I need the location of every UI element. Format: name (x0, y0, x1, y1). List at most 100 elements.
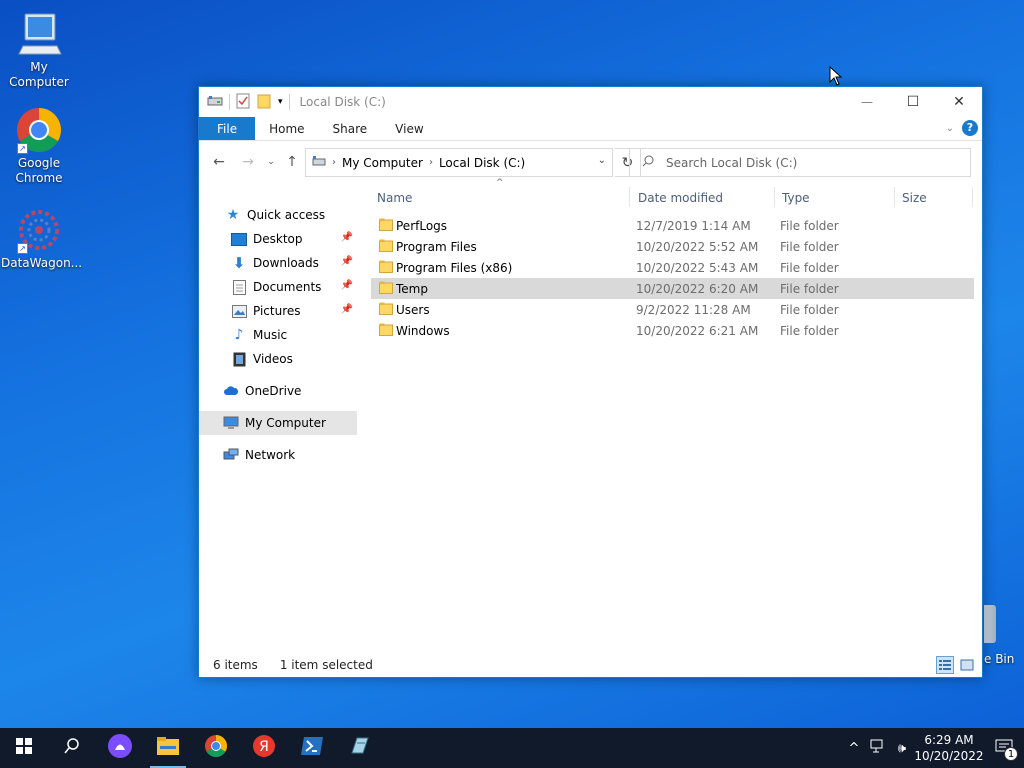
forward-button[interactable]: → (236, 150, 260, 174)
alice-icon (107, 733, 133, 763)
file-name: Windows (396, 324, 450, 338)
nav-documents[interactable]: Documents 📌 (199, 275, 357, 299)
taskbar-alice[interactable] (96, 728, 144, 768)
desktop-icon-google-chrome[interactable]: ↗ Google Chrome (1, 106, 77, 186)
table-row[interactable]: PerfLogs 12/7/2019 1:14 AM File folder (371, 215, 974, 236)
film-icon (231, 351, 247, 367)
pin-icon[interactable]: 📌 (341, 280, 353, 291)
recycle-bin-icon (984, 605, 996, 643)
pin-icon[interactable]: 📌 (341, 304, 353, 315)
new-folder-icon[interactable] (256, 93, 272, 112)
minimize-button[interactable]: — (844, 87, 890, 117)
yandex-icon: Я (252, 734, 276, 762)
file-date: 12/7/2019 1:14 AM (636, 219, 751, 233)
nav-videos[interactable]: Videos (199, 347, 357, 371)
table-row[interactable]: Users 9/2/2022 11:28 AM File folder (371, 299, 974, 320)
clock-date: 10/20/2022 (914, 749, 984, 763)
column-header-date[interactable]: Date modified (638, 191, 723, 205)
desktop-icon-datawagon[interactable]: ↗ DataWagon... (1, 206, 82, 271)
chevron-down-icon[interactable]: ⌄ (598, 155, 606, 166)
taskbar-powershell[interactable] (288, 728, 336, 768)
star-icon: ★ (226, 207, 240, 223)
back-button[interactable]: ← (207, 150, 231, 174)
nav-label: Pictures (253, 304, 301, 318)
file-date: 10/20/2022 6:20 AM (636, 282, 759, 296)
close-button[interactable]: ✕ (936, 87, 982, 117)
tab-file[interactable]: File (199, 117, 256, 140)
desktop-icon-label: My Computer (9, 60, 69, 89)
column-header-size[interactable]: Size (902, 191, 927, 205)
network-icon[interactable] (866, 739, 890, 757)
customize-dropdown-icon[interactable]: ▾ (278, 97, 283, 107)
up-button[interactable]: ↑ (280, 150, 304, 174)
breadcrumb-my-computer[interactable]: My Computer (342, 156, 423, 170)
tab-share[interactable]: Share (319, 117, 382, 140)
search-input[interactable]: Search Local Disk (C:) (629, 148, 971, 177)
selection-count: 1 item selected (279, 658, 373, 672)
table-row[interactable]: Temp 10/20/2022 6:20 AM File folder (371, 278, 974, 299)
nav-music[interactable]: ♪ Music (199, 323, 357, 347)
table-row[interactable]: Program Files 10/20/2022 5:52 AM File fold… (371, 236, 974, 257)
search-icon (642, 155, 654, 170)
download-arrow-icon: ⬇ (232, 254, 246, 272)
nav-desktop[interactable]: Desktop 📌 (199, 227, 357, 251)
show-hidden-icons-icon[interactable]: ^ (842, 741, 866, 756)
column-header-name[interactable]: Name (377, 191, 412, 205)
file-type: File folder (780, 303, 839, 317)
nav-quick-access[interactable]: ★ Quick access (199, 203, 357, 227)
chrome-icon: ↗ (15, 106, 63, 154)
start-button[interactable] (0, 728, 48, 768)
nav-label: Documents (253, 280, 322, 294)
file-explorer-window: ▾ Local Disk (C:) — ☐ ✕ File Home Share … (198, 86, 983, 748)
large-icons-view-icon[interactable] (958, 656, 976, 674)
breadcrumb-local-disk[interactable]: Local Disk (C:) (439, 156, 525, 170)
nav-my-computer[interactable]: My Computer (199, 411, 357, 435)
volume-icon[interactable]: 🕪 (890, 741, 914, 756)
expand-ribbon-icon[interactable]: ⌄ (946, 123, 954, 134)
pin-icon[interactable]: 📌 (341, 256, 353, 267)
datawagon-icon: ↗ (15, 206, 63, 254)
file-date: 10/20/2022 5:43 AM (636, 261, 759, 275)
folder-icon (379, 260, 393, 273)
pin-icon[interactable]: 📌 (341, 232, 353, 243)
navigation-pane: ★ Quick access Desktop 📌 ⬇ Downloads 📌 D… (199, 183, 357, 653)
taskbar-app[interactable] (336, 728, 384, 768)
table-row[interactable]: Windows 10/20/2022 6:21 AM File folder (371, 320, 974, 341)
status-bar: 6 items 1 item selected (199, 653, 982, 677)
taskbar-chrome[interactable] (192, 728, 240, 768)
tab-view[interactable]: View (381, 117, 437, 140)
nav-downloads[interactable]: ⬇ Downloads 📌 (199, 251, 357, 275)
chevron-right-icon[interactable]: › (429, 157, 433, 168)
search-button[interactable] (48, 728, 96, 768)
taskbar-file-explorer[interactable] (144, 728, 192, 768)
details-view-icon[interactable] (936, 656, 954, 674)
file-date: 9/2/2022 11:28 AM (636, 303, 751, 317)
search-icon (64, 738, 80, 758)
file-name: Temp (396, 282, 428, 296)
music-note-icon: ♪ (234, 327, 244, 343)
maximize-button[interactable]: ☐ (890, 87, 936, 117)
tab-home[interactable]: Home (255, 117, 318, 140)
desktop-icon-my-computer[interactable]: My Computer (1, 10, 77, 90)
file-type: File folder (780, 324, 839, 338)
chevron-right-icon[interactable]: › (332, 157, 336, 168)
nav-onedrive[interactable]: OneDrive (199, 379, 357, 403)
desktop-icon-recycle-bin[interactable]: e Bin (984, 605, 1024, 666)
nav-pictures[interactable]: Pictures 📌 (199, 299, 357, 323)
explorer-body: ★ Quick access Desktop 📌 ⬇ Downloads 📌 D… (199, 178, 982, 748)
taskbar-yandex[interactable]: Я (240, 728, 288, 768)
nav-label: My Computer (245, 416, 326, 430)
file-type: File folder (780, 261, 839, 275)
computer-icon (15, 10, 63, 58)
clock[interactable]: 6:29 AM 10/20/2022 (914, 732, 984, 764)
help-button[interactable]: ? (962, 120, 978, 136)
address-bar[interactable]: › My Computer › Local Disk (C:) ⌄ (305, 148, 613, 177)
column-header-type[interactable]: Type (782, 191, 810, 205)
properties-icon[interactable] (236, 93, 250, 112)
action-center-button[interactable]: 1 (984, 728, 1024, 768)
file-list: ^ Name Date modified Type Size PerfLogs 1… (371, 178, 974, 633)
column-headers: ^ Name Date modified Type Size (371, 178, 974, 211)
nav-network[interactable]: Network (199, 443, 357, 467)
drive-icon[interactable] (207, 94, 223, 111)
table-row[interactable]: Program Files (x86) 10/20/2022 5:43 AM Fil… (371, 257, 974, 278)
